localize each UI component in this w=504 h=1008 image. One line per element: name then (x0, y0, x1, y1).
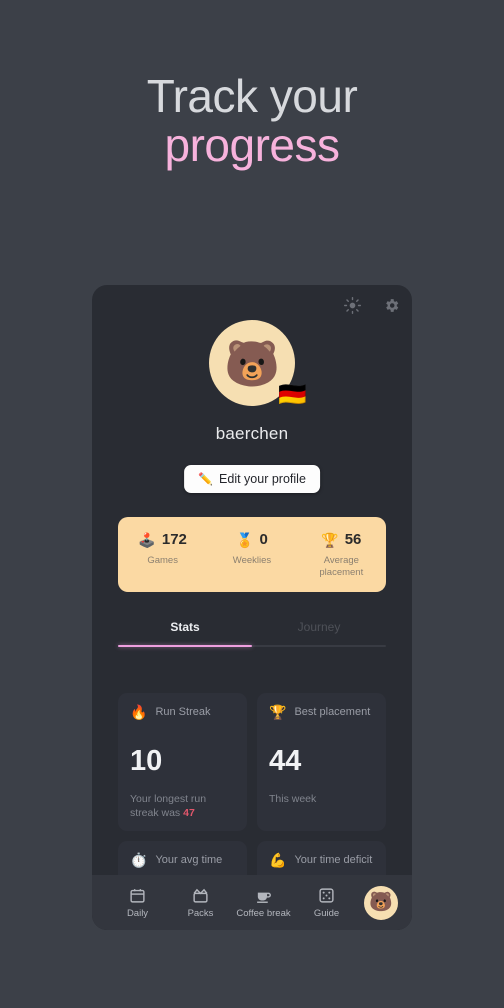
stat-card-footnote: This week (269, 792, 374, 806)
stat-card-title: Run Streak (155, 706, 211, 718)
nav-item-label: Daily (126, 907, 149, 919)
edit-profile-button-label: Edit your profile (219, 472, 306, 486)
nav-item-label: Packs (187, 907, 214, 919)
avatar[interactable]: 🐻 🇩🇪 (209, 320, 307, 406)
medal-icon: 🏅 (236, 531, 254, 548)
profile-username: baerchen (215, 424, 289, 443)
stat-card-footnote-highlight: 47 (183, 807, 195, 820)
joystick-icon: 🕹️ (138, 531, 156, 548)
fire-icon: 🔥 (130, 704, 148, 720)
app-screen-panel: 🐻 🇩🇪 baerchen ✏️ Edit your profile 🕹️ 17… (92, 285, 412, 930)
package-icon (192, 887, 209, 904)
pencil-icon: ✏️ (198, 472, 214, 486)
stat-card-title: Best placement (294, 706, 371, 718)
summary-stat-weeklies: 🏅 0 Weeklies (207, 531, 296, 567)
dice-icon (318, 887, 335, 904)
country-flag-badge: 🇩🇪 (278, 381, 307, 407)
settings-icon[interactable] (383, 297, 400, 314)
avatar-emoji: 🐻 (223, 337, 281, 389)
summary-stat-label: Average placement (319, 555, 364, 578)
stat-card-footnote-text: This week (269, 793, 317, 805)
calendar-icon (129, 887, 146, 904)
nav-item-daily[interactable]: Daily (106, 887, 169, 919)
nav-item-profile-avatar[interactable]: 🐻 (364, 885, 398, 920)
stats-tabs: Stats Journey (118, 620, 386, 647)
trophy-icon: 🏆 (269, 704, 287, 720)
stats-card-grid: 🔥 Run Streak 10 Your longest run streak … (118, 693, 386, 894)
stat-card-title: Your time deficit (294, 854, 373, 867)
tab-journey[interactable]: Journey (252, 620, 386, 645)
avatar-emoji: 🐻 (369, 892, 393, 913)
nav-item-guide[interactable]: Guide (295, 887, 358, 919)
stat-card-run-streak[interactable]: 🔥 Run Streak 10 Your longest run streak … (118, 693, 247, 832)
brightness-icon[interactable] (344, 297, 361, 314)
stat-card-footnote: Your longest run streak was 47 (130, 792, 235, 820)
tab-stats[interactable]: Stats (118, 620, 252, 645)
stat-card-best-placement[interactable]: 🏆 Best placement 44 This week (257, 693, 386, 832)
screen-top-icons (344, 297, 400, 314)
tab-active-indicator (118, 645, 252, 647)
summary-stat-value: 0 (259, 531, 268, 548)
summary-stat-average-placement: 🏆 56 Average placement (297, 531, 386, 579)
tab-underline-track (118, 645, 386, 647)
promo-headline-line2: progress (164, 118, 340, 171)
nav-item-coffee-break[interactable]: Coffee break (232, 887, 295, 919)
summary-stat-value: 56 (344, 531, 362, 548)
promo-headline: Track your progress (0, 72, 504, 170)
summary-stat-games: 🕹️ 172 Games (118, 531, 207, 567)
bottom-navigation-bar: Daily Packs Coffee break Guide 🐻 (92, 875, 412, 930)
stat-card-title: Your avg time (155, 854, 223, 867)
trophy-icon: 🏆 (321, 531, 339, 548)
summary-stat-label: Games (147, 555, 178, 566)
stat-card-value: 10 (130, 745, 163, 777)
flexed-biceps-icon: 💪 (269, 852, 287, 869)
nav-item-packs[interactable]: Packs (169, 887, 232, 919)
edit-profile-button[interactable]: ✏️ Edit your profile (184, 465, 320, 493)
nav-item-label: Guide (313, 907, 340, 919)
stat-card-value: 44 (269, 745, 302, 777)
nav-item-label: Coffee break (236, 907, 291, 919)
stopwatch-icon: ⏱️ (130, 852, 148, 869)
summary-stat-label: Weeklies (232, 555, 272, 566)
profile-avatar-wrap: 🐻 🇩🇪 (92, 320, 412, 406)
coffee-cup-icon (255, 887, 272, 904)
summary-stats-strip: 🕹️ 172 Games 🏅 0 Weeklies 🏆 56 Average p… (118, 517, 386, 592)
summary-stat-value: 172 (161, 531, 187, 548)
promo-headline-line1: Track your (146, 70, 358, 122)
